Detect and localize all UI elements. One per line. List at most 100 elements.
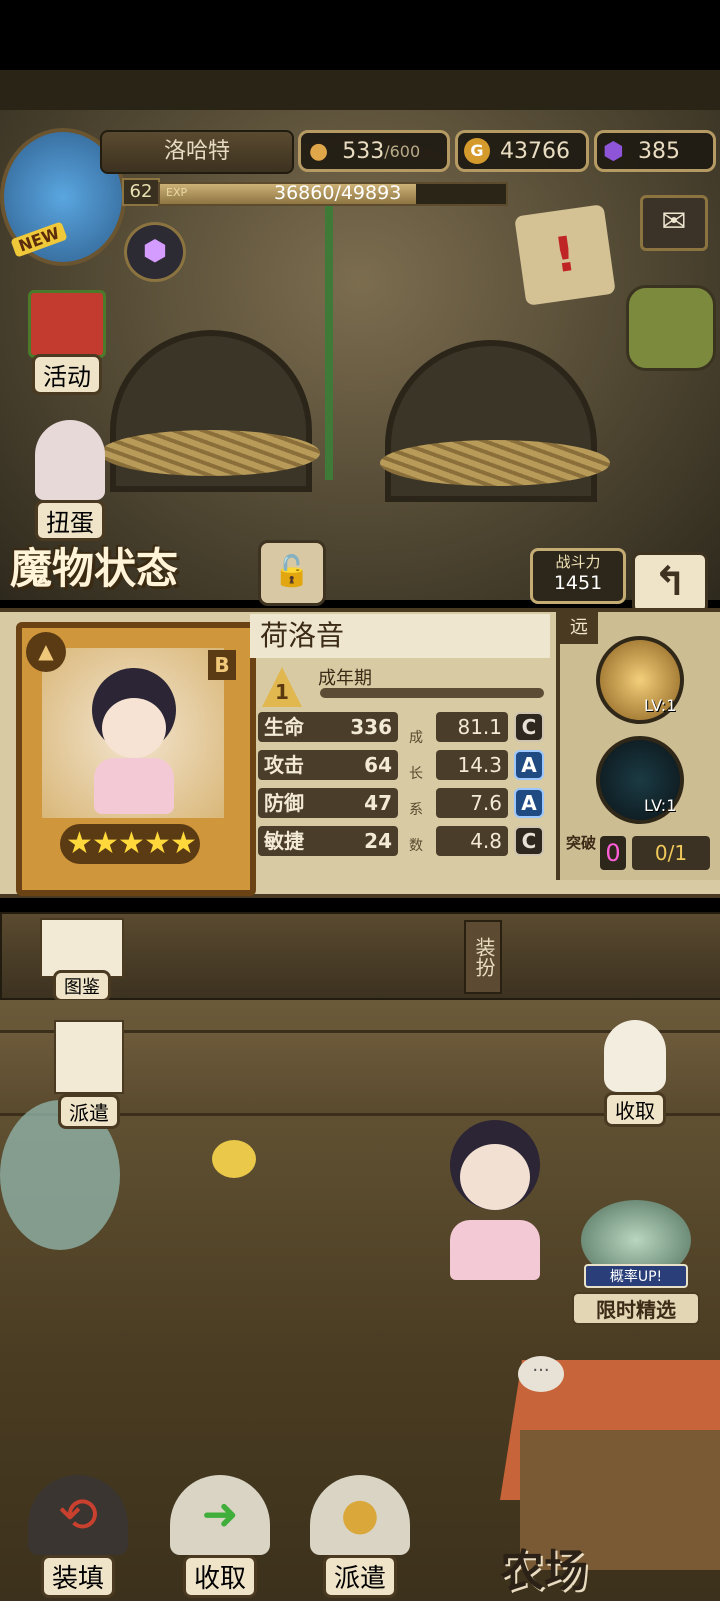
status-bar [0,0,720,70]
quest-scroll-icon[interactable]: ! [514,204,616,306]
player-level: 62 [122,178,160,206]
stat-name: 攻击 64 [258,750,398,780]
breakthrough-progress: 0/1 [632,836,710,870]
gold-counter: G 43766 [455,130,589,172]
star-icon: ★ [118,826,145,861]
skill-2-level: LV:1 [644,796,677,815]
action-strip: 图鉴 装扮 [0,912,720,1002]
gacha-button[interactable]: 扭蛋 [20,420,120,550]
stat-row-defense: 防御 47 7.6 A [258,788,548,820]
star-icon: ★ [66,826,93,861]
stage-badge: 1 [262,667,302,707]
growth-value: 7.6 [436,788,508,818]
skills-panel: 远 LV:1 LV:1 突破 0 0/1 [556,612,720,880]
growth-label-char: 长 [409,766,423,782]
rate-up-banner: 概率UP! [584,1264,688,1288]
codex-button[interactable]: 图鉴 [30,918,134,1002]
skill-1-level: LV:1 [644,696,677,715]
egg-icon [604,1020,666,1092]
mail-icon[interactable]: ✉ [640,195,708,251]
nest-left [100,430,320,476]
range-tag: 远 [560,612,598,644]
breakthrough-label: 突破 [566,834,597,852]
gacha-label: 扭蛋 [35,500,105,541]
chick-sprite [212,1140,256,1178]
gift-icon [28,290,106,358]
sprite-face [460,1144,530,1210]
stamina-max: /600 [384,141,421,161]
exp-label: EXP [166,186,188,199]
load-button[interactable]: ⟲ 装填 [18,1475,138,1599]
player-name: 洛哈特 [100,130,294,174]
grade-badge: A [514,750,544,780]
star-icon: ★ [92,826,119,861]
skill-2-icon[interactable]: LV:1 [596,736,684,824]
collect-top-label: 收取 [604,1092,666,1127]
collect-egg-icon: ➜ [170,1475,270,1555]
panel-title: 魔物状态 [10,544,179,593]
monster-sprite[interactable] [420,1120,570,1320]
dispatch-top-button[interactable]: 派遣 [44,1020,134,1130]
monster-status-panel: ▲ B ★ ★ ★ ★ ★ 荷洛音 1 成年期 生命 336 81.1 C 攻击 6… [0,608,720,898]
load-label: 装填 [40,1555,115,1598]
stat-value: 24 [364,829,392,853]
book-icon [40,918,124,978]
new-badge: NEW [10,221,68,258]
stat-label: 生命 [264,715,304,739]
nest-right [380,440,610,486]
growth-value: 81.1 [436,712,508,742]
star-icon: ★ [144,826,171,861]
back-arrow-button[interactable]: ↰ [632,552,708,614]
stat-name: 防御 47 [258,788,398,818]
stat-name: 生命 336 [258,712,398,742]
activity-button[interactable]: 活动 [12,290,122,400]
chat-bubble-icon[interactable]: ··· [518,1356,564,1392]
stat-row-attack: 攻击 64 14.3 A [258,750,548,782]
codex-label: 图鉴 [53,970,111,1002]
growth-stage: 成年期 [318,668,372,689]
growth-label-char: 系 [409,802,423,818]
growth-value: 4.8 [436,826,508,856]
stat-row-hp: 生命 336 81.1 C [258,712,548,744]
dispatch-button[interactable]: ● 派遣 [300,1475,420,1599]
limited-label: 限时精选 [572,1292,700,1325]
ceiling-beam [0,70,720,110]
add-gems-button[interactable]: ⬢ [124,222,186,282]
stat-label: 防御 [264,791,304,815]
stage-progress-bar [320,688,544,698]
grade-badge: A [514,788,544,818]
breakthrough-count: 0 [600,836,626,870]
combat-power-value: 1451 [553,572,603,594]
combat-power-box: 战斗力 1451 [530,548,626,604]
gem-icon: ⬢ [603,137,624,165]
collect-top-button[interactable]: 收取 [590,1020,680,1130]
monster-portrait-card: ▲ B ★ ★ ★ ★ ★ [16,622,256,896]
limited-gacha-button[interactable]: 概率UP! 限时精选 [566,1200,706,1340]
activity-label: 活动 [32,354,102,395]
collect-button[interactable]: ➜ 收取 [160,1475,280,1599]
combat-power-label: 战斗力 [555,553,601,571]
lock-icon[interactable]: 🔓 [258,540,326,606]
skill-1-icon[interactable]: LV:1 [596,636,684,724]
bread-icon: ● [309,138,329,164]
stat-row-agility: 敏捷 24 4.8 C [258,826,548,858]
gem-value: 385 [637,138,680,164]
star-rating: ★ ★ ★ ★ ★ [60,824,200,864]
dispatch-scroll-icon [54,1020,124,1094]
gem-counter: ⬢ 385 [594,130,716,172]
outfit-button[interactable]: 装扮 [464,920,502,994]
stat-value: 336 [350,715,392,739]
gold-value: 43766 [500,138,570,164]
stat-label: 敏捷 [264,829,304,853]
stat-label: 攻击 [264,753,304,777]
farm-button[interactable]: 农场 [500,1535,630,1597]
stat-name: 敏捷 24 [258,826,398,856]
growth-coefficient-label: 成 长 系 数 [408,720,424,864]
stat-value: 64 [364,753,392,777]
coin-stack-icon: ● [310,1475,410,1555]
backpack-icon[interactable] [626,285,716,371]
monster-name: 荷洛音 [250,614,550,658]
collect-label: 收取 [182,1555,257,1598]
gacha-egg-icon [35,420,105,500]
growth-value: 14.3 [436,750,508,780]
